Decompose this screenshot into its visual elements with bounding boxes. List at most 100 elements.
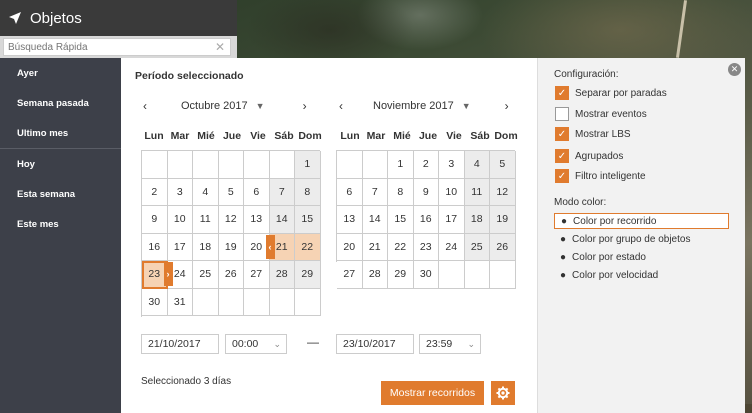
month-dropdown-icon[interactable]: ▼ [462,101,471,111]
to-date-input[interactable]: 23/10/2017 [336,334,414,354]
day-cell[interactable]: 16 [413,206,439,234]
clear-search-icon[interactable]: ✕ [215,40,225,54]
from-date-input[interactable]: 21/10/2017 [141,334,219,354]
day-cell[interactable]: 3 [167,178,193,206]
day-cell[interactable]: 30 [413,261,439,289]
day-cell[interactable]: 30 [142,288,168,316]
day-cell[interactable]: 9 [413,178,439,206]
day-cell[interactable]: 14 [362,206,388,234]
close-icon[interactable]: ✕ [728,63,741,76]
day-cell[interactable]: 2 [413,151,439,179]
day-cell[interactable]: 12 [490,178,516,206]
day-cell[interactable]: 18 [193,233,219,261]
day-cell[interactable]: 23 [413,233,439,261]
day-cell[interactable]: 28 [269,261,295,289]
day-cell[interactable]: 29 [388,261,414,289]
day-cell[interactable]: 22 [388,233,414,261]
quick-search-input[interactable] [3,38,231,56]
day-cell[interactable]: 17 [167,233,193,261]
day-cell[interactable]: 2 [142,178,168,206]
to-time-select[interactable]: 23:59 ⌄ [419,334,481,354]
day-cell[interactable]: 19 [218,233,244,261]
day-cell[interactable]: 10 [167,206,193,234]
day-cell[interactable]: 5 [490,151,516,179]
day-cell[interactable]: 19 [490,206,516,234]
prev-month-arrow-icon[interactable]: ‹ [135,99,155,113]
day-cell[interactable]: 31 [167,288,193,316]
day-cell[interactable]: 6 [244,178,270,206]
day-cell[interactable]: 25 [193,261,219,289]
checkbox-separate-stops[interactable]: ✓ Separar por paradas [555,85,667,101]
day-cell[interactable]: 28 [362,261,388,289]
day-cell[interactable]: 26 [218,261,244,289]
day-cell[interactable]: 4 [464,151,490,179]
day-cell[interactable]: 12 [218,206,244,234]
checkbox-smart-filter[interactable]: ✓ Filtro inteligente [555,168,646,184]
next-month-arrow-icon[interactable]: › [295,99,315,113]
day-cell[interactable]: 27 [244,261,270,289]
checkbox-show-events[interactable]: Mostrar eventos [555,106,647,122]
checkbox-show-lbs[interactable]: ✓ Mostrar LBS [555,126,631,142]
day-cell[interactable]: 7 [269,178,295,206]
day-cell[interactable]: 8 [295,178,321,206]
day-cell[interactable]: 18 [464,206,490,234]
sidebar-item-last-month[interactable]: Ultimo mes [0,118,121,148]
day-cell[interactable]: 24 [439,233,465,261]
day-cell[interactable]: 8 [388,178,414,206]
day-cell[interactable]: 4 [193,178,219,206]
color-mode-state[interactable]: ● Color por estado [554,249,729,265]
day-cell[interactable]: 13 [337,206,363,234]
day-cell[interactable]: 22 [295,233,321,261]
sidebar-item-this-month[interactable]: Este mes [0,209,121,239]
checkbox-unchecked-icon[interactable] [555,107,569,121]
next-month-arrow-icon[interactable]: › [497,99,517,113]
range-end-handle[interactable]: › [163,262,173,286]
day-cell[interactable]: 13 [244,206,270,234]
checkbox-checked-icon[interactable]: ✓ [555,149,569,163]
sidebar-item-today[interactable]: Hoy [0,149,121,179]
color-mode-label: Color por estado [572,251,646,263]
color-mode-route[interactable]: ● Color por recorrido [554,213,729,229]
sidebar-item-yesterday[interactable]: Ayer [0,58,121,88]
day-cell[interactable]: 26 [490,233,516,261]
day-cell[interactable]: 9 [142,206,168,234]
day-cell[interactable]: 20 [337,233,363,261]
checkbox-label: Filtro inteligente [575,170,646,182]
day-cell[interactable]: 15 [388,206,414,234]
checkbox-checked-icon[interactable]: ✓ [555,86,569,100]
day-cell[interactable]: 15 [295,206,321,234]
weekday-label: Jue [418,130,438,142]
checkbox-checked-icon[interactable]: ✓ [555,127,569,141]
day-cell[interactable]: 17 [439,206,465,234]
sidebar-item-last-week[interactable]: Semana pasada [0,88,121,118]
day-cell[interactable]: 14 [269,206,295,234]
prev-month-arrow-icon[interactable]: ‹ [331,99,351,113]
day-cell[interactable]: 10 [439,178,465,206]
day-cell[interactable]: 27 [337,261,363,289]
checkbox-grouped[interactable]: ✓ Agrupados [555,148,623,164]
day-cell[interactable]: 5 [218,178,244,206]
day-cell[interactable]: 11 [464,178,490,206]
day-cell[interactable]: 1 [388,151,414,179]
objects-header: Objetos [0,0,237,36]
range-start-handle[interactable]: ‹ [265,234,275,259]
show-routes-button[interactable]: Mostrar recorridos [381,381,484,405]
color-mode-object-group[interactable]: ● Color por grupo de objetos [554,231,729,247]
day-cell[interactable]: 6 [337,178,363,206]
day-cell[interactable]: 25 [464,233,490,261]
settings-button[interactable] [491,381,515,405]
day-cell[interactable]: 3 [439,151,465,179]
checkbox-checked-icon[interactable]: ✓ [555,169,569,183]
day-cell[interactable]: 1 [295,151,321,179]
sidebar-item-this-week[interactable]: Esta semana [0,179,121,209]
checkbox-label: Mostrar eventos [575,108,647,120]
day-cell[interactable]: 7 [362,178,388,206]
day-cell[interactable]: 21 [362,233,388,261]
color-mode-speed[interactable]: ● Color por velocidad [554,267,729,283]
month-dropdown-icon[interactable]: ▼ [256,101,265,111]
day-cell[interactable]: 29 [295,261,321,289]
day-cell[interactable]: 16 [142,233,168,261]
from-time-select[interactable]: 00:00 ⌄ [225,334,287,354]
day-cell[interactable]: 11 [193,206,219,234]
map-road [675,0,688,58]
